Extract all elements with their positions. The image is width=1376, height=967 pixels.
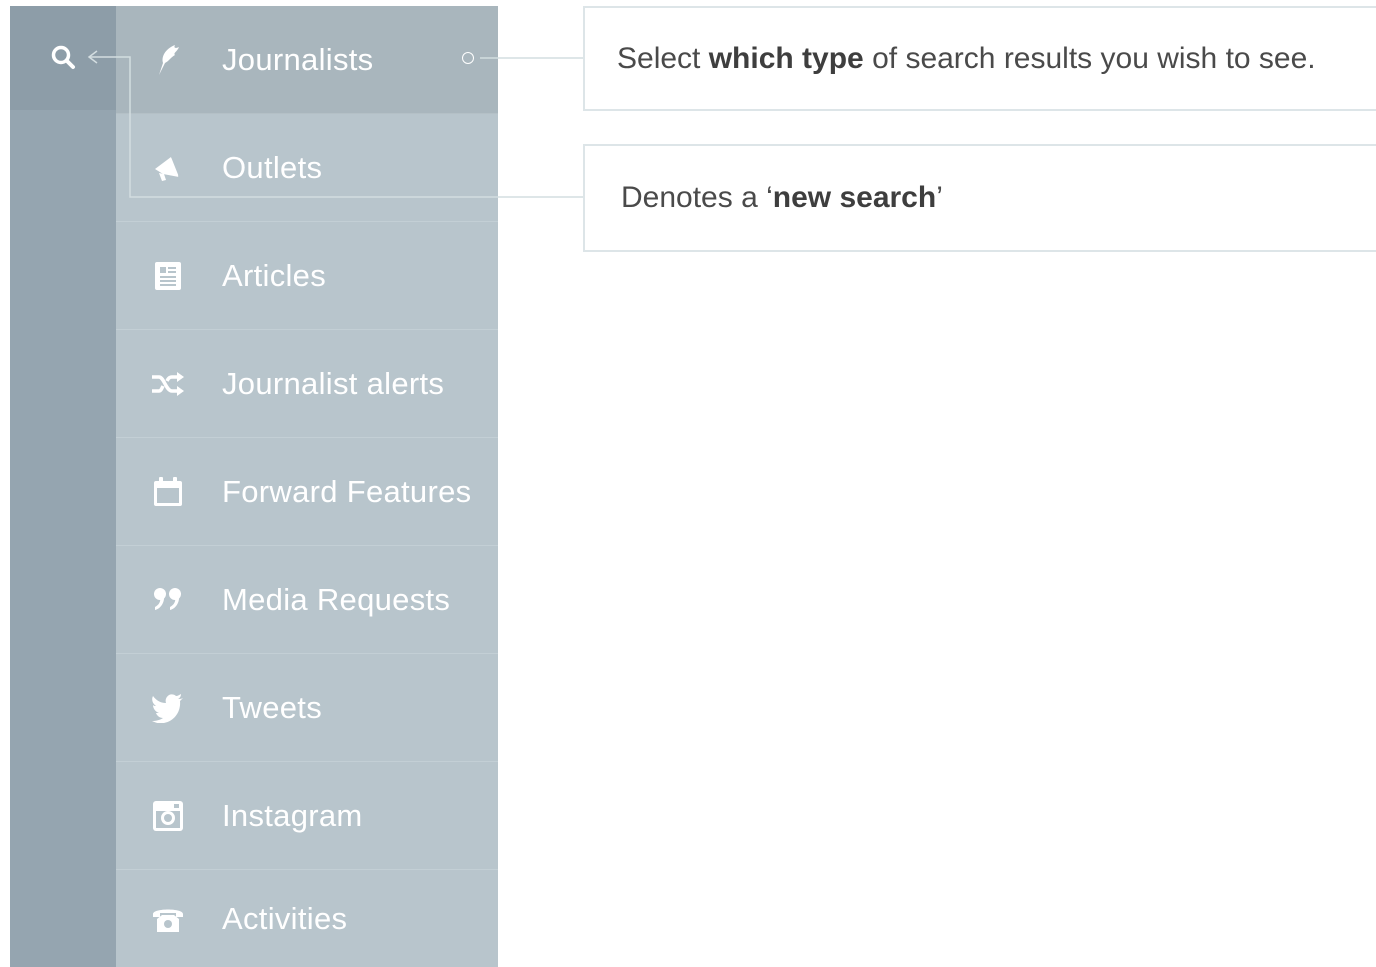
callout-text-bold: which type (708, 41, 864, 75)
quote-icon (150, 582, 186, 618)
megaphone-icon (150, 150, 186, 186)
callout-new-search: Denotes a ‘new search’ (583, 144, 1376, 252)
left-rail (10, 6, 116, 967)
menu-item-articles[interactable]: Articles (116, 222, 498, 330)
menu-item-label: Tweets (222, 689, 323, 725)
article-icon (150, 258, 186, 294)
menu-item-media-requests[interactable]: Media Requests (116, 546, 498, 654)
new-search-button[interactable] (48, 42, 80, 74)
callout-anchor-dot (462, 52, 474, 64)
callout-text-bold: new search (772, 181, 937, 214)
search-icon (51, 45, 75, 69)
menu-item-label: Media Requests (222, 581, 451, 617)
menu-item-instagram[interactable]: Instagram (116, 762, 498, 870)
menu-item-tweets[interactable]: Tweets (116, 654, 498, 762)
phone-icon (150, 901, 186, 937)
menu-item-forward-features[interactable]: Forward Features (116, 438, 498, 546)
menu-item-activities[interactable]: Activities (116, 870, 498, 967)
twitter-icon (150, 690, 186, 726)
menu-item-outlets[interactable]: Outlets (116, 114, 498, 222)
callout-text: Select which type of search results you … (617, 42, 1316, 76)
menu-item-journalist-alerts[interactable]: Journalist alerts (116, 330, 498, 438)
rail-top-section (10, 6, 116, 110)
callout-text: Denotes a ‘new search’ (621, 181, 943, 215)
menu-item-label: Journalist alerts (222, 365, 445, 401)
callout-text-pre: Denotes a ‘ (621, 181, 773, 214)
instagram-icon (150, 798, 186, 834)
shuffle-icon (150, 366, 186, 402)
calendar-icon (150, 474, 186, 510)
menu-item-label: Outlets (222, 149, 323, 185)
menu-item-label: Instagram (222, 797, 363, 833)
callout-text-post: ’ (936, 181, 943, 214)
menu-item-label: Forward Features (222, 473, 472, 509)
callout-text-pre: Select (617, 41, 709, 75)
menu-item-label: Activities (222, 900, 348, 936)
callout-text-post: of search results you wish to see. (863, 41, 1316, 75)
menu-item-label: Journalists (222, 41, 374, 77)
callout-search-type: Select which type of search results you … (583, 6, 1376, 111)
menu-item-journalists[interactable]: Journalists (116, 6, 498, 114)
search-type-menu: Journalists Outlets Articles Journalist … (116, 6, 498, 967)
menu-item-label: Articles (222, 257, 327, 293)
quill-icon (150, 42, 186, 78)
